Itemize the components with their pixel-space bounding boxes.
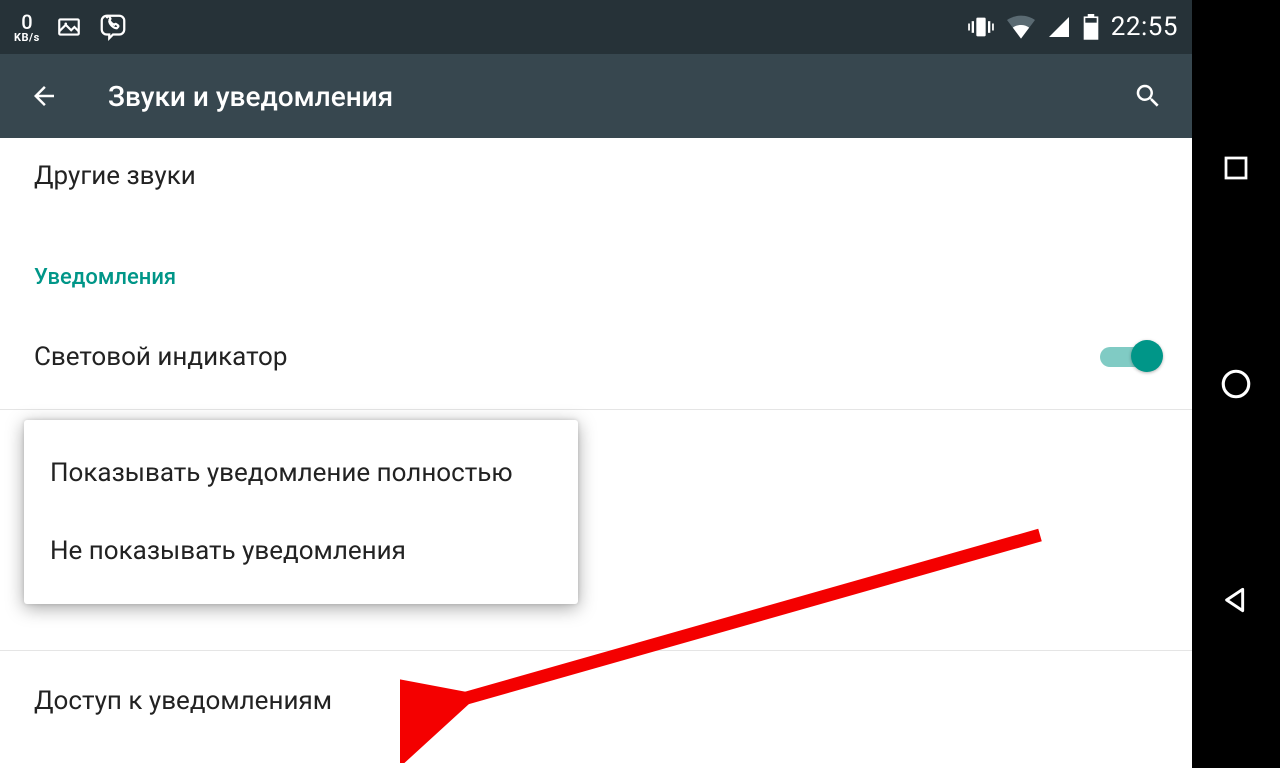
- back-button[interactable]: [24, 76, 64, 116]
- viber-icon: [98, 12, 128, 42]
- popup-option-hide[interactable]: Не показывать уведомления: [24, 512, 578, 590]
- led-toggle-switch[interactable]: [1100, 347, 1158, 367]
- speed-unit: KB/s: [14, 32, 40, 43]
- section-label: Уведомления: [34, 265, 176, 290]
- option-label: Не показывать уведомления: [50, 536, 406, 566]
- nav-back-button[interactable]: [1214, 578, 1258, 622]
- row-label: Другие звуки: [34, 161, 196, 191]
- settings-content: Другие звуки Уведомления Световой индика…: [0, 138, 1192, 768]
- network-speed-indicator: 0 KB/s: [14, 12, 40, 43]
- row-label: Световой индикатор: [34, 342, 287, 372]
- section-header-notifications: Уведомления: [0, 214, 1192, 304]
- popup-option-show-full[interactable]: Показывать уведомление полностью: [24, 434, 578, 512]
- clock: 22:55: [1111, 12, 1178, 42]
- option-label: Показывать уведомление полностью: [50, 458, 513, 488]
- row-led-indicator[interactable]: Световой индикатор: [0, 304, 1192, 410]
- status-bar: 0 KB/s: [0, 0, 1192, 54]
- status-bar-right: 22:55: [967, 12, 1178, 42]
- battery-icon: [1083, 14, 1099, 40]
- status-bar-left: 0 KB/s: [14, 12, 128, 43]
- row-label: Доступ к уведомлениям: [34, 686, 332, 716]
- app-bar: Звуки и уведомления: [0, 54, 1192, 138]
- signal-icon: [1047, 15, 1071, 39]
- wifi-icon: [1007, 15, 1035, 39]
- search-button[interactable]: [1128, 76, 1168, 116]
- nav-home-button[interactable]: [1214, 362, 1258, 406]
- vibrate-icon: [967, 13, 995, 41]
- nav-recent-button[interactable]: [1214, 146, 1258, 190]
- notification-options-popup: Показывать уведомление полностью Не пока…: [24, 420, 578, 604]
- row-other-sounds[interactable]: Другие звуки: [0, 138, 1192, 214]
- phone-area: 0 KB/s: [0, 0, 1192, 768]
- speed-value: 0: [21, 12, 32, 32]
- page-title: Звуки и уведомления: [108, 80, 393, 113]
- system-nav-bar: [1192, 0, 1280, 768]
- device-screen: 0 KB/s: [0, 0, 1280, 768]
- image-icon: [56, 14, 82, 40]
- row-notification-access[interactable]: Доступ к уведомлениям: [0, 650, 1192, 750]
